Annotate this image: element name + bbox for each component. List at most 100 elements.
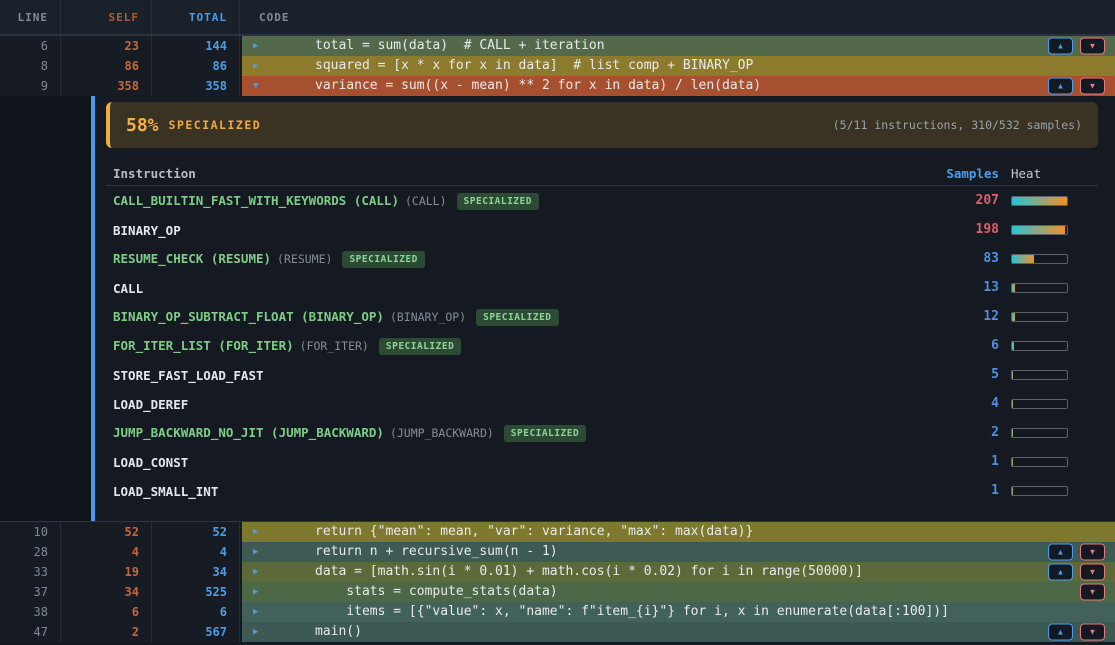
panel-content: 58% SPECIALIZED (5/11 instructions, 310/… [95, 96, 1115, 521]
expand-arrow-icon[interactable]: ▶ [253, 562, 267, 582]
column-header-code: CODE [240, 0, 1115, 34]
instruction-samples: 13 [937, 280, 999, 295]
instruction-name-cell: RESUME_CHECK (RESUME)(RESUME)SPECIALIZED [113, 248, 937, 269]
line-number: 33 [0, 562, 61, 582]
row-actions: ▲▼ [1048, 78, 1105, 95]
heat-bar [1011, 225, 1068, 235]
instruction-name-cell: FOR_ITER_LIST (FOR_ITER)(FOR_ITER)SPECIA… [113, 335, 937, 356]
instruction-name-cell: JUMP_BACKWARD_NO_JIT (JUMP_BACKWARD)(JUM… [113, 422, 937, 443]
code-cell[interactable]: ▶ squared = [x * x for x in data] # list … [242, 56, 1115, 76]
code-line-row: 623144▶total = sum(data) # CALL + iterat… [0, 36, 1115, 56]
heat-bar [1011, 399, 1068, 409]
code-cell[interactable]: ▶ items = [{"value": x, "name": f"item_{… [242, 602, 1115, 622]
instruction-name: JUMP_BACKWARD_NO_JIT (JUMP_BACKWARD) [113, 425, 384, 440]
heat-column-header: Heat [1011, 166, 1068, 181]
move-down-button[interactable]: ▼ [1080, 38, 1105, 55]
heat-bar [1011, 312, 1068, 322]
move-up-button[interactable]: ▲ [1048, 624, 1073, 641]
instruction-name: RESUME_CHECK (RESUME) [113, 251, 271, 266]
code-rows-top: 623144▶total = sum(data) # CALL + iterat… [0, 36, 1115, 96]
down-arrow-icon: ▼ [1089, 82, 1097, 91]
expand-arrow-icon[interactable]: ▶ [253, 36, 267, 56]
self-samples: 358 [61, 76, 152, 96]
instruction-samples: 1 [937, 454, 999, 469]
instruction-row: LOAD_SMALL_INT1 [106, 476, 1098, 505]
heat-bar-fill [1012, 400, 1013, 408]
instruction-name: STORE_FAST_LOAD_FAST [113, 368, 264, 383]
instruction-family: (CALL) [405, 194, 447, 208]
code-cell[interactable]: ▶total = sum(data) # CALL + iteration▲▼ [242, 36, 1115, 56]
instruction-row: JUMP_BACKWARD_NO_JIT (JUMP_BACKWARD)(JUM… [106, 418, 1098, 447]
expand-arrow-icon[interactable]: ▶ [253, 542, 267, 562]
heat-bar-fill [1012, 342, 1014, 350]
move-down-button[interactable]: ▼ [1080, 544, 1105, 561]
up-arrow-icon: ▲ [1057, 568, 1065, 577]
heat-bar-fill [1012, 458, 1013, 466]
line-number: 28 [0, 542, 61, 562]
expand-arrow-icon[interactable]: ▶ [253, 522, 267, 542]
instruction-rows: CALL_BUILTIN_FAST_WITH_KEYWORDS (CALL) (C… [106, 186, 1098, 505]
code-text: squared = [x * x for x in data] # list c… [315, 56, 753, 76]
expand-arrow-icon[interactable]: ▶ [253, 602, 267, 622]
down-arrow-icon: ▼ [1089, 628, 1097, 637]
collapse-arrow-icon[interactable]: ▼ [253, 76, 267, 96]
code-cell[interactable]: ▶ stats = compute_stats(data) ▼ [242, 582, 1115, 602]
instruction-name: LOAD_DEREF [113, 397, 188, 412]
self-samples: 2 [61, 622, 152, 642]
expand-arrow-icon[interactable]: ▶ [253, 56, 267, 76]
instruction-row: CALL 13 [106, 273, 1098, 302]
heat-bar-fill [1012, 313, 1015, 321]
code-cell[interactable]: ▶main()▲▼ [242, 622, 1115, 642]
code-text: main() [315, 622, 362, 642]
move-down-button[interactable]: ▼ [1080, 564, 1105, 581]
instruction-name-cell: CALL_BUILTIN_FAST_WITH_KEYWORDS (CALL) (C… [113, 190, 937, 211]
table-header: LINE SELF TOTAL CODE [0, 0, 1115, 36]
heat-bar [1011, 370, 1068, 380]
line-number: 47 [0, 622, 61, 642]
total-samples: 86 [152, 56, 240, 76]
code-cell[interactable]: ▶return {"mean": mean, "var": variance, … [242, 522, 1115, 542]
move-down-button[interactable]: ▼ [1080, 584, 1105, 601]
instruction-row: CALL_BUILTIN_FAST_WITH_KEYWORDS (CALL) (C… [106, 186, 1098, 215]
instruction-name: BINARY_OP [113, 223, 181, 238]
specialization-summary-card: 58% SPECIALIZED (5/11 instructions, 310/… [106, 102, 1098, 148]
instruction-samples: 198 [937, 222, 999, 237]
expand-arrow-icon[interactable]: ▶ [253, 582, 267, 602]
move-up-button[interactable]: ▲ [1048, 78, 1073, 95]
instruction-row: FOR_ITER_LIST (FOR_ITER)(FOR_ITER)SPECIA… [106, 331, 1098, 360]
code-text: stats = compute_stats(data) [315, 582, 558, 602]
line-number: 6 [0, 36, 61, 56]
expand-arrow-icon[interactable]: ▶ [253, 622, 267, 642]
code-cell[interactable]: ▼variance = sum((x - mean) ** 2 for x in… [242, 76, 1115, 96]
specialized-badge: SPECIALIZED [342, 251, 424, 268]
heat-bar [1011, 486, 1068, 496]
down-arrow-icon: ▼ [1089, 588, 1097, 597]
instruction-name: CALL [113, 281, 143, 296]
instruction-name-cell: STORE_FAST_LOAD_FAST [113, 365, 937, 384]
code-cell[interactable]: ▶data = [math.sin(i * 0.01) + math.cos(i… [242, 562, 1115, 582]
up-arrow-icon: ▲ [1057, 82, 1065, 91]
move-up-button[interactable]: ▲ [1048, 564, 1073, 581]
samples-column-header: Samples [937, 166, 999, 181]
instruction-row: LOAD_DEREF4 [106, 389, 1098, 418]
instruction-row: STORE_FAST_LOAD_FAST5 [106, 360, 1098, 389]
row-actions: ▲▼ [1048, 544, 1105, 561]
move-up-button[interactable]: ▲ [1048, 38, 1073, 55]
move-up-button[interactable]: ▲ [1048, 544, 1073, 561]
self-samples: 6 [61, 602, 152, 622]
heat-bar [1011, 457, 1068, 467]
total-samples: 6 [152, 602, 240, 622]
heat-bar-fill [1012, 284, 1015, 292]
total-samples: 358 [152, 76, 240, 96]
move-down-button[interactable]: ▼ [1080, 624, 1105, 641]
row-actions: ▲▼ [1048, 624, 1105, 641]
code-cell[interactable]: ▶return n + recursive_sum(n - 1)▲▼ [242, 542, 1115, 562]
instruction-name: CALL_BUILTIN_FAST_WITH_KEYWORDS (CALL) [113, 193, 399, 208]
move-down-button[interactable]: ▼ [1080, 78, 1105, 95]
code-line-row: 2844▶return n + recursive_sum(n - 1)▲▼ [0, 542, 1115, 562]
total-samples: 34 [152, 562, 240, 582]
self-samples: 86 [61, 56, 152, 76]
code-line-row: 331934▶data = [math.sin(i * 0.01) + math… [0, 562, 1115, 582]
specialized-badge: SPECIALIZED [457, 193, 539, 210]
code-text: items = [{"value": x, "name": f"item_{i}… [315, 602, 949, 622]
